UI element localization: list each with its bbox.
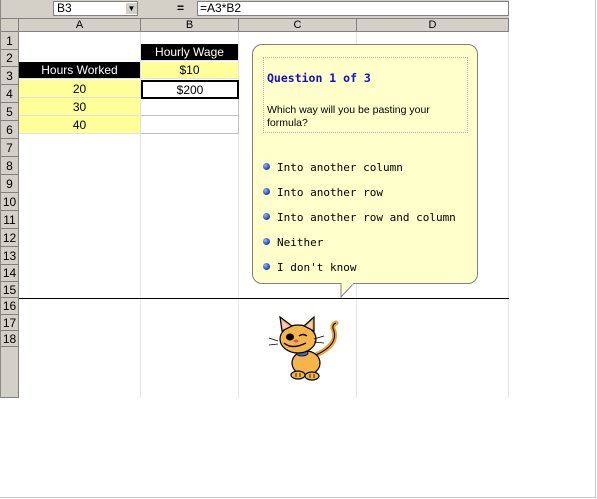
- row-header-5[interactable]: 5: [1, 103, 19, 121]
- row-header-12[interactable]: 12: [1, 229, 19, 247]
- formula-input[interactable]: =A3*B2: [197, 1, 509, 16]
- option-another-column[interactable]: Into another column: [263, 161, 403, 174]
- column-header-a[interactable]: A: [19, 19, 141, 32]
- option-another-row[interactable]: Into another row: [263, 186, 383, 199]
- cell-b3-active[interactable]: $200: [141, 80, 239, 99]
- equals-sign: =: [177, 1, 185, 15]
- row-header-11[interactable]: 11: [1, 211, 19, 229]
- option-label: Into another row: [277, 186, 383, 199]
- cat-assistant-icon[interactable]: [268, 315, 348, 383]
- bullet-icon: [263, 213, 270, 220]
- assistant-divider: [19, 298, 509, 299]
- question-text: Which way will you be pasting your formu…: [267, 104, 430, 129]
- bullet-icon: [263, 263, 270, 270]
- row-header-14[interactable]: 14: [1, 265, 19, 282]
- option-label: Neither: [277, 236, 324, 249]
- column-header-c[interactable]: C: [239, 19, 357, 32]
- bullet-icon: [263, 163, 270, 170]
- option-neither[interactable]: Neither: [263, 236, 323, 249]
- row-header-2[interactable]: 2: [1, 50, 19, 67]
- option-label: Into another row and column: [277, 211, 456, 224]
- row-header-10[interactable]: 10: [1, 193, 19, 211]
- row-header-4[interactable]: 4: [1, 85, 19, 103]
- row-header-more: [1, 347, 19, 398]
- cell-b4[interactable]: [141, 99, 239, 116]
- row-header-8[interactable]: 8: [1, 157, 19, 175]
- cell-b5[interactable]: [141, 116, 239, 134]
- row-header-3[interactable]: 3: [1, 67, 19, 85]
- row-header-9[interactable]: 9: [1, 175, 19, 193]
- option-row-and-column[interactable]: Into another row and column: [263, 211, 456, 224]
- cell-b1[interactable]: Hourly Wage: [141, 44, 239, 61]
- cell-a3[interactable]: 20: [19, 80, 141, 98]
- cell-a5[interactable]: 40: [19, 116, 141, 134]
- formula-bar: B3 ▼ = =A3*B2: [1, 0, 509, 19]
- chevron-down-icon[interactable]: ▼: [125, 3, 137, 14]
- bullet-icon: [263, 238, 270, 245]
- column-header-b[interactable]: B: [141, 19, 239, 32]
- row-header-18[interactable]: 18: [1, 331, 19, 347]
- assistant-balloon: Question 1 of 3 Which way will you be pa…: [252, 44, 478, 284]
- select-all-corner[interactable]: [1, 19, 19, 32]
- cell-a2[interactable]: Hours Worked: [19, 62, 141, 79]
- row-header-1[interactable]: 1: [1, 32, 19, 50]
- bullet-icon: [263, 188, 270, 195]
- name-box-value: B3: [57, 1, 72, 15]
- cell-b2[interactable]: $10: [141, 62, 239, 79]
- row-header-6[interactable]: 6: [1, 121, 19, 139]
- option-dont-know[interactable]: I don't know: [263, 261, 356, 274]
- row-header-13[interactable]: 13: [1, 247, 19, 265]
- cell-a4[interactable]: 30: [19, 98, 141, 116]
- row-header-17[interactable]: 17: [1, 315, 19, 331]
- row-header-7[interactable]: 7: [1, 139, 19, 157]
- column-header-d[interactable]: D: [357, 19, 509, 32]
- row-header-15[interactable]: 15: [1, 282, 19, 298]
- balloon-tail: [340, 283, 355, 299]
- question-title: Question 1 of 3: [267, 71, 371, 85]
- option-label: Into another column: [277, 161, 403, 174]
- row-header-16[interactable]: 16: [1, 298, 19, 315]
- option-label: I don't know: [277, 261, 357, 274]
